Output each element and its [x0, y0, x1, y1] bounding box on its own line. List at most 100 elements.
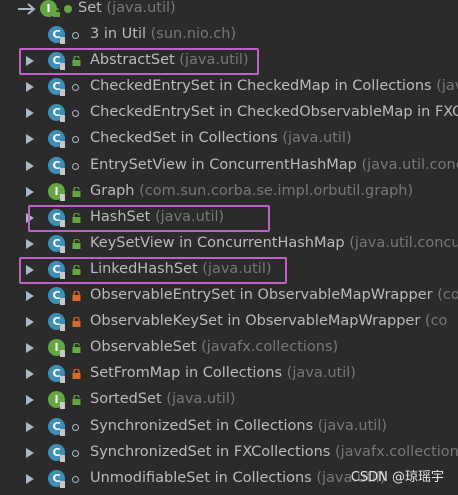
public-visibility-icon: [64, 5, 72, 13]
tree-row[interactable]: C3 in Util (sun.nio.ch): [0, 22, 458, 48]
tree-row[interactable]: C ObservableKeySet in ObservableMapWrappe…: [0, 309, 458, 335]
class-name: UnmodifiableSet in Collections: [90, 469, 312, 486]
row-label: SynchronizedSet in FXCollections (javafx…: [90, 444, 458, 460]
row-label: CheckedEntrySet in CheckedObservableMap …: [90, 104, 458, 120]
class-name: ObservableKeySet in ObservableMapWrapper: [90, 313, 421, 330]
expand-arrow-icon[interactable]: [26, 395, 34, 406]
class-name: 3 in Util: [90, 26, 147, 42]
package-visibility-icon: [72, 32, 79, 39]
class-name: CheckedSet in Collections: [90, 130, 278, 147]
tree-row[interactable]: C CheckedEntrySet in CheckedMap in Collec…: [0, 74, 458, 100]
row-label: ObservableKeySet in ObservableMapWrapper…: [90, 313, 447, 329]
class-name: SortedSet: [90, 391, 162, 408]
pin-badge-icon: [60, 428, 65, 436]
pin-badge-icon: [60, 402, 65, 410]
pin-badge-icon: [60, 298, 65, 305]
expand-arrow-icon[interactable]: [26, 473, 34, 484]
expand-arrow-icon[interactable]: [26, 134, 34, 145]
tree-row[interactable]: I ObservableSet (javafx.collections): [0, 335, 458, 361]
highlight-box: [19, 256, 287, 284]
row-label: CheckedEntrySet in CheckedMap in Collect…: [90, 78, 458, 94]
pin-badge-icon: [60, 376, 65, 384]
row-label: EntrySetView in ConcurrentHashMap (java.…: [90, 157, 458, 173]
public-lock-icon: [72, 343, 81, 354]
pin-badge-icon: [60, 89, 65, 97]
tree-row[interactable]: I SortedSet (java.util): [0, 387, 458, 413]
package-visibility-icon: [72, 475, 79, 483]
class-name: KeySetView in ConcurrentHashMap: [90, 234, 345, 251]
package-name: (java.util.conc: [361, 156, 458, 173]
expand-arrow-icon[interactable]: [26, 343, 34, 354]
class-name: SynchronizedSet in FXCollections: [90, 443, 331, 460]
root-name: Set: [78, 0, 102, 16]
tree-row[interactable]: C SynchronizedSet in FXCollections (javaf…: [0, 440, 458, 466]
hierarchy-tree: I Set (java.util) C3 in Util (sun.nio.ch…: [0, 0, 458, 495]
package-name: (java.util): [317, 417, 387, 434]
private-lock-icon: [72, 291, 81, 301]
class-name: SetFromMap in Collections: [90, 365, 283, 382]
package-name: (co: [437, 287, 458, 303]
row-label: UnmodifiableSet in Collections (java.uti…: [90, 470, 386, 486]
public-lock-icon: [72, 238, 81, 249]
row-label: SetFromMap in Collections (java.util): [90, 365, 356, 381]
expand-arrow-icon[interactable]: [26, 421, 34, 432]
expand-arrow-icon[interactable]: [26, 369, 34, 380]
row-label: Graph (com.sun.corba.se.impl.orbutil.gra…: [90, 183, 413, 199]
pin-badge-icon: [60, 193, 65, 201]
class-name: EntrySetView in ConcurrentHashMap: [90, 156, 357, 173]
row-label: ObservableSet (javafx.collections): [90, 339, 338, 355]
expand-arrow-icon[interactable]: [26, 447, 34, 458]
public-lock-icon: [72, 395, 81, 406]
expand-arrow-icon[interactable]: [26, 82, 34, 93]
package-visibility-icon: [72, 110, 79, 118]
package-name: (sun.nio.ch): [150, 26, 237, 42]
pin-badge-icon: [60, 141, 65, 149]
tree-root-row[interactable]: I Set (java.util): [0, 0, 458, 22]
tree-row[interactable]: I Graph (com.sun.corba.se.impl.orbutil.gr…: [0, 179, 458, 205]
expand-arrow-icon[interactable]: [26, 291, 34, 301]
pin-badge-icon: [60, 37, 65, 44]
package-name: (javafx.collections): [201, 339, 339, 356]
highlight-box: [28, 204, 270, 232]
package-visibility-icon: [72, 162, 79, 170]
row-label: SynchronizedSet in Collections (java.uti…: [90, 418, 387, 434]
package-visibility-icon: [72, 136, 79, 144]
tree-row[interactable]: C ObservableEntrySet in ObservableMapWrap…: [0, 283, 458, 309]
package-name: (java.util): [286, 365, 356, 382]
class-name: Graph: [90, 182, 135, 199]
pin-badge-icon: [60, 324, 65, 332]
tree-row[interactable]: C CheckedSet in Collections (java.util): [0, 126, 458, 152]
package-name: (co: [424, 313, 448, 330]
private-lock-icon: [72, 369, 81, 380]
root-package: (java.util): [106, 0, 176, 16]
expand-arrow-icon[interactable]: [26, 108, 34, 119]
public-lock-icon: [53, 8, 60, 17]
package-name: (java.util): [282, 130, 352, 147]
public-lock-icon: [72, 186, 81, 197]
tree-row[interactable]: C SetFromMap in Collections (java.util): [0, 361, 458, 387]
private-lock-icon: [72, 317, 81, 328]
class-name: SynchronizedSet in Collections: [90, 417, 314, 434]
pin-badge-icon: [60, 350, 65, 358]
expand-arrow-icon[interactable]: [26, 186, 34, 197]
tree-row[interactable]: C EntrySetView in ConcurrentHashMap (java…: [0, 153, 458, 179]
class-name: CheckedEntrySet in CheckedMap in Collect…: [90, 78, 432, 95]
tree-row[interactable]: C KeySetView in ConcurrentHashMap (java.u…: [0, 231, 458, 257]
expand-arrow-icon[interactable]: [26, 238, 34, 249]
package-visibility-icon: [72, 449, 79, 457]
package-visibility-icon: [72, 423, 79, 431]
watermark: CSDN @琼瑶宇: [350, 470, 444, 485]
pin-badge-icon: [60, 115, 65, 123]
pin-badge-icon: [60, 480, 65, 488]
collapse-arrow-icon[interactable]: [17, 3, 39, 15]
tree-row[interactable]: C SynchronizedSet in Collections (java.ut…: [0, 414, 458, 440]
tree-row[interactable]: C CheckedEntrySet in CheckedObservableMap…: [0, 100, 458, 126]
row-label: CheckedSet in Collections (java.util): [90, 130, 352, 146]
expand-arrow-icon[interactable]: [26, 317, 34, 328]
class-name: ObservableEntrySet in ObservableMapWrapp…: [90, 287, 433, 303]
highlight-box: [19, 48, 259, 76]
pin-badge-icon: [60, 245, 65, 253]
expand-arrow-icon[interactable]: [26, 160, 34, 171]
class-name: ObservableSet: [90, 339, 197, 356]
package-visibility-icon: [72, 84, 79, 92]
